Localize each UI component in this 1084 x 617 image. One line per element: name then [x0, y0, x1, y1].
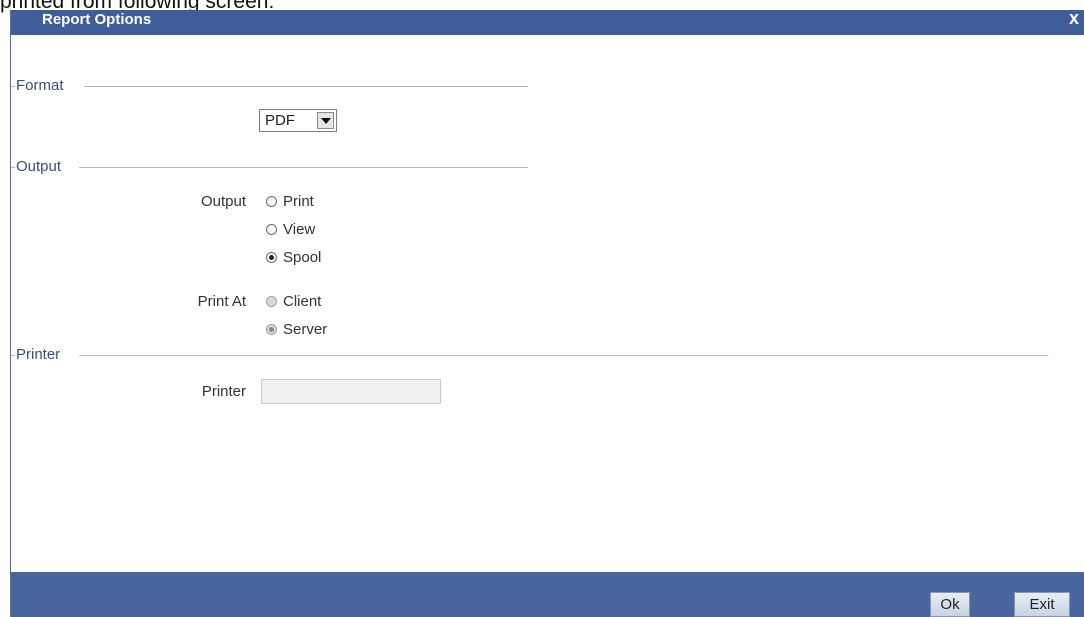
- section-dash: [11, 86, 15, 87]
- section-printer-label: Printer: [16, 346, 61, 363]
- radio-label: Spool: [283, 249, 322, 266]
- exit-button[interactable]: Exit: [1014, 592, 1070, 617]
- section-output-label: Output: [16, 158, 62, 175]
- report-options-dialog: Report Options x Format PDF Output Outpu…: [10, 8, 1084, 617]
- printer-label: Printer: [201, 383, 246, 400]
- radio-button[interactable]: [266, 324, 277, 335]
- print-at-label: Print At: [197, 293, 246, 310]
- radio-button[interactable]: [266, 296, 277, 307]
- dialog-footer: Ok Exit: [11, 572, 1084, 617]
- format-select[interactable]: PDF: [259, 109, 337, 132]
- radio-label: Server: [283, 321, 328, 338]
- close-icon[interactable]: x: [1069, 8, 1084, 28]
- section-divider: [79, 167, 528, 168]
- radio-button[interactable]: [266, 224, 277, 235]
- output-label: Output: [200, 193, 246, 210]
- section-format-label: Format: [16, 77, 64, 94]
- section-dash: [11, 355, 15, 356]
- radio-label: Client: [283, 293, 322, 310]
- radio-label: Print: [283, 193, 314, 210]
- printer-input[interactable]: [261, 379, 441, 404]
- section-divider: [79, 355, 1048, 356]
- dialog-titlebar: Report Options x: [11, 8, 1084, 35]
- dialog-title: Report Options: [42, 11, 152, 28]
- chevron-down-icon[interactable]: [317, 112, 334, 129]
- radio-label: View: [283, 221, 316, 238]
- radio-button[interactable]: [266, 196, 277, 207]
- ok-button[interactable]: Ok: [930, 592, 970, 617]
- format-select-value: PDF: [265, 112, 295, 129]
- radio-button[interactable]: [266, 252, 277, 263]
- section-output: Output: [11, 157, 531, 177]
- section-dash: [11, 167, 15, 168]
- section-format: Format: [11, 76, 531, 96]
- section-printer: Printer: [11, 345, 1051, 365]
- section-divider: [84, 86, 528, 87]
